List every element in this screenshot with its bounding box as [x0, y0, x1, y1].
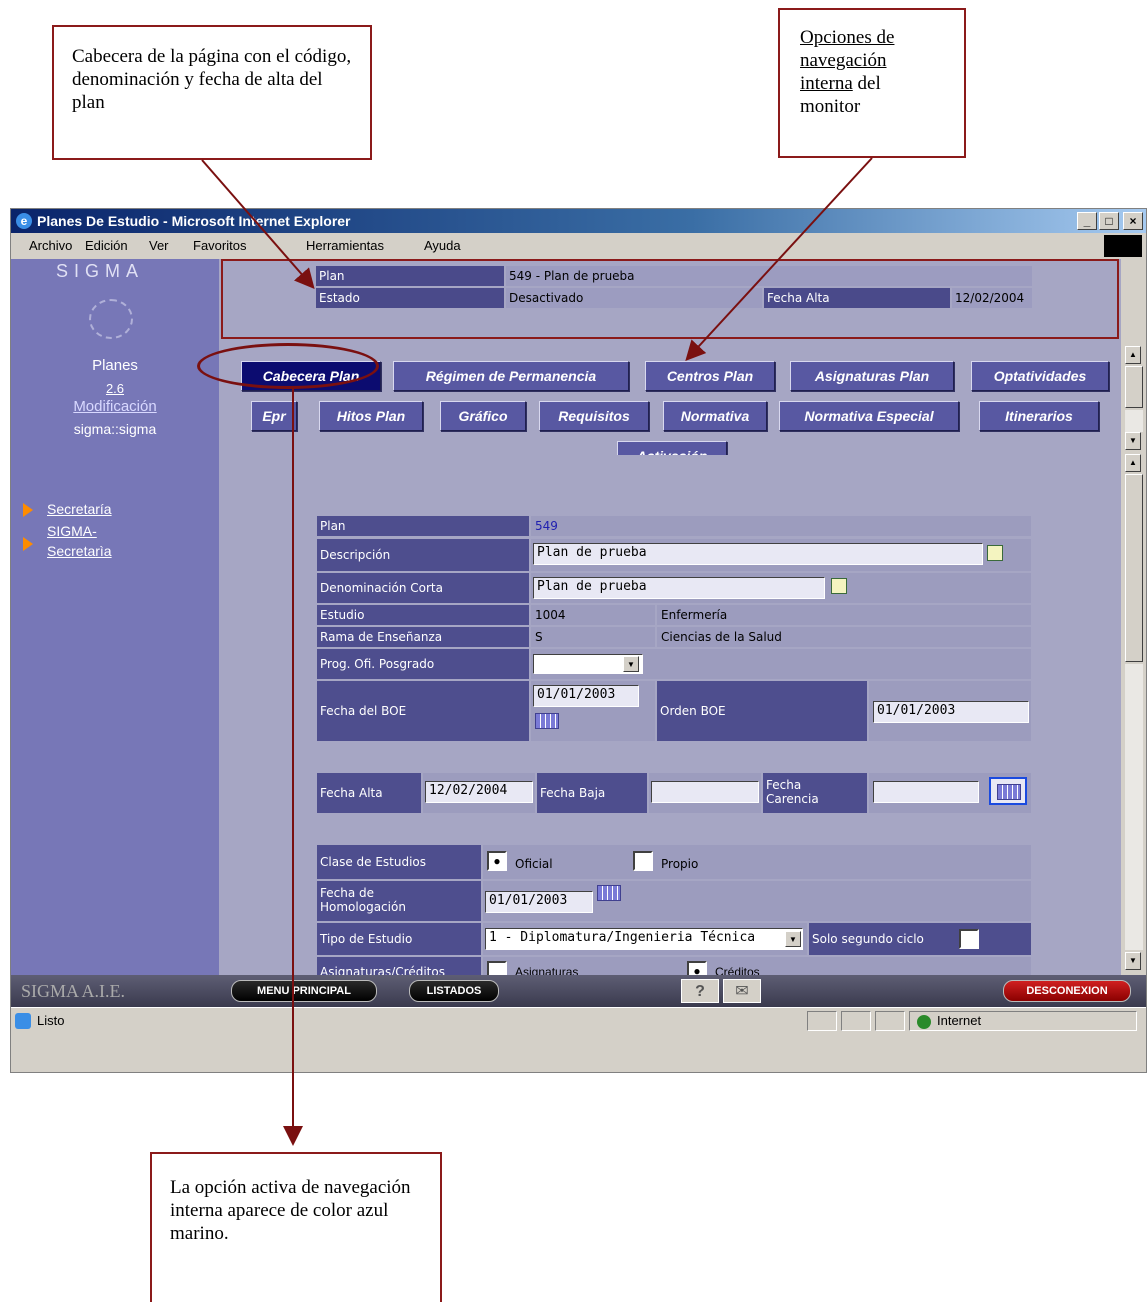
callout-arrows	[201, 157, 873, 1146]
arrow-navigation	[685, 157, 873, 361]
arrow-header	[201, 159, 315, 290]
